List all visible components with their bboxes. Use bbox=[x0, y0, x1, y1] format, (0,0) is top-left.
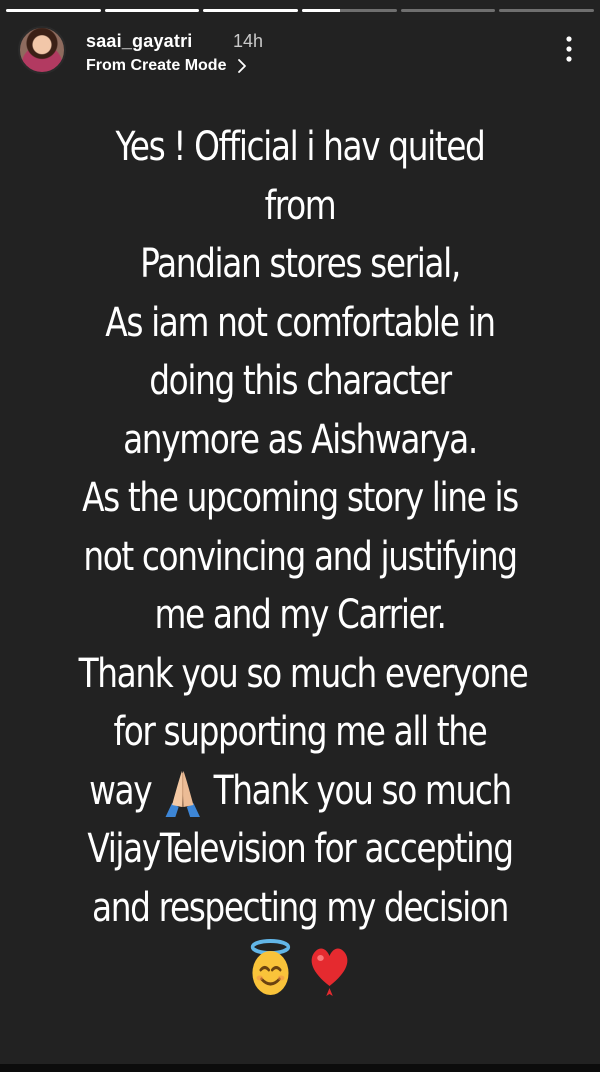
message-line: As the upcoming story line is bbox=[82, 475, 519, 521]
red-heart-emoji bbox=[311, 948, 347, 996]
progress-segment bbox=[6, 9, 101, 12]
message-fragment: Thank you so much bbox=[213, 767, 513, 814]
message-line: and respecting my decision bbox=[92, 884, 509, 931]
message-line: from bbox=[264, 182, 337, 229]
smiling-face-with-halo-emoji bbox=[251, 939, 291, 995]
message-line-with-emoji: way Thank you so much bbox=[79, 762, 522, 821]
message-line: VijayTelevision for accepting bbox=[87, 826, 514, 872]
source-label: From Create Mode bbox=[86, 57, 227, 74]
message-fragment: way bbox=[89, 767, 153, 814]
post-time: 14h bbox=[233, 31, 264, 51]
create-mode-link[interactable]: From Create Mode bbox=[86, 57, 250, 75]
vertical-dots-icon[interactable] bbox=[564, 34, 574, 64]
chevron-right-icon bbox=[238, 59, 247, 73]
story-canvas[interactable]: saai_gayatri 14h From Create Mode Yes ! … bbox=[0, 0, 600, 1072]
folded-hands-emoji bbox=[165, 770, 200, 817]
story-header: saai_gayatri 14h From Create Mode bbox=[18, 26, 586, 78]
emoji-line bbox=[79, 937, 522, 998]
story-progress-bars bbox=[6, 9, 595, 12]
username[interactable]: saai_gayatri bbox=[86, 31, 192, 52]
progress-segment bbox=[400, 9, 496, 12]
message-line: Pandian stores serial, bbox=[140, 241, 461, 287]
message-line: anymore as Aishwarya. bbox=[123, 416, 478, 463]
message-line: for supporting me all the bbox=[113, 709, 488, 755]
avatar[interactable] bbox=[18, 26, 66, 74]
message-line: Thank you so much everyone bbox=[78, 650, 529, 697]
story-text: Yes ! Official i hav quited from Pandian… bbox=[78, 118, 529, 998]
message-line: not convincing and justifying bbox=[83, 533, 518, 580]
progress-segment bbox=[302, 9, 397, 12]
progress-segment bbox=[499, 9, 595, 12]
message-line: doing this character bbox=[149, 358, 452, 404]
message-line: me and my Carrier. bbox=[154, 592, 447, 638]
message-line: Yes ! Official i hav quited bbox=[115, 124, 486, 170]
message-line: As iam not comfortable in bbox=[105, 299, 496, 346]
progress-segment bbox=[203, 9, 299, 12]
progress-segment bbox=[104, 9, 200, 12]
bottom-bar bbox=[0, 1064, 600, 1072]
